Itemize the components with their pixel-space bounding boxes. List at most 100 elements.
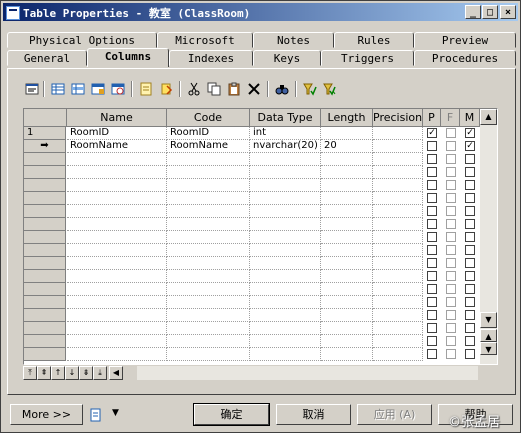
checkbox-m[interactable] [465,180,475,190]
checkbox-f[interactable] [446,297,456,307]
table-row[interactable] [24,244,480,257]
table-row[interactable] [24,283,480,296]
cell-code[interactable] [167,322,250,335]
table-row[interactable] [24,270,480,283]
move-up-button[interactable]: ↑ [51,366,65,380]
cell-length[interactable] [321,296,373,309]
tab-triggers[interactable]: Triggers [321,50,414,66]
table-row[interactable] [24,179,480,192]
cell-name[interactable] [67,192,167,205]
checkbox-p[interactable] [427,206,437,216]
cell-type[interactable] [250,166,321,179]
cell-type[interactable]: nvarchar(20) [250,140,321,153]
checkbox-f[interactable] [446,336,456,346]
cell-code[interactable] [167,166,250,179]
checkbox-f[interactable] [446,310,456,320]
tab-physical-options[interactable]: Physical Options [7,32,157,48]
cell-precision[interactable] [373,231,423,244]
scroll-step-down-button[interactable]: ▼ [480,342,497,355]
horizontal-scrollbar[interactable] [137,366,478,380]
checkbox-p[interactable] [427,323,437,333]
paste-clipboard-icon[interactable] [225,80,243,98]
cell-type[interactable] [250,231,321,244]
cell-code[interactable] [167,179,250,192]
cell-code[interactable]: RoomName [167,140,250,153]
row-header[interactable] [24,244,66,257]
column-header-code[interactable]: Code [167,109,250,127]
cell-code[interactable] [167,257,250,270]
delete-icon[interactable] [245,80,263,98]
checkbox-m[interactable]: ✓ [465,141,475,151]
checkbox-m[interactable] [465,258,475,268]
cell-type[interactable] [250,205,321,218]
cell-type[interactable] [250,322,321,335]
row-header[interactable] [24,179,66,192]
move-page-down-button[interactable]: ⇟ [79,366,93,380]
reuse-columns-icon[interactable] [109,80,127,98]
checkbox-p[interactable] [427,245,437,255]
scroll-step-up-button[interactable]: ▲ [480,329,497,342]
table-row[interactable] [24,348,480,361]
copy-icon[interactable] [205,80,223,98]
tab-preview[interactable]: Preview [414,32,516,48]
row-header[interactable]: ➡ [24,140,66,153]
cell-precision[interactable] [373,348,423,361]
cell-precision[interactable] [373,257,423,270]
checkbox-f[interactable] [446,232,456,242]
table-row[interactable] [24,257,480,270]
cell-type[interactable] [250,153,321,166]
cell-length[interactable] [321,192,373,205]
cell-code[interactable]: RoomID [167,127,250,140]
checkbox-f[interactable] [446,219,456,229]
table-row[interactable]: 1 RoomID RoomID int ✓ ✓ [24,127,480,140]
cell-code[interactable] [167,335,250,348]
cut-icon[interactable] [185,80,203,98]
tab-indexes[interactable]: Indexes [169,50,253,66]
checkbox-m[interactable] [465,232,475,242]
cell-code[interactable] [167,218,250,231]
checkbox-p[interactable] [427,258,437,268]
cell-code[interactable] [167,296,250,309]
cell-name[interactable] [67,218,167,231]
cell-type[interactable] [250,270,321,283]
checkbox-f[interactable] [446,128,456,138]
cell-length[interactable] [321,218,373,231]
cell-type[interactable] [250,218,321,231]
checkbox-m[interactable] [465,193,475,203]
checkbox-f[interactable] [446,258,456,268]
column-header-f[interactable]: F [441,109,460,127]
cell-precision[interactable] [373,322,423,335]
cell-code[interactable] [167,348,250,361]
cell-type[interactable] [250,348,321,361]
cell-name[interactable] [67,205,167,218]
column-header-p[interactable]: P [423,109,441,127]
cell-precision[interactable] [373,218,423,231]
properties-icon[interactable] [23,80,41,98]
row-header[interactable] [24,322,66,335]
checkbox-p[interactable]: ✓ [427,128,437,138]
row-header[interactable] [24,166,66,179]
checkbox-f[interactable] [446,180,456,190]
row-header[interactable] [24,335,66,348]
table-row[interactable] [24,231,480,244]
cell-name[interactable] [67,231,167,244]
checkbox-p[interactable] [427,271,437,281]
checkbox-p[interactable] [427,141,437,151]
checkbox-p[interactable] [427,193,437,203]
row-header[interactable] [24,257,66,270]
table-properties-menu-icon[interactable] [87,406,105,424]
cell-code[interactable] [167,192,250,205]
cell-type[interactable]: int [250,127,321,140]
new-icon[interactable] [137,80,155,98]
vertical-scrollbar[interactable]: ▲ ▼ ▲ ▼ [480,109,497,364]
checkbox-f[interactable] [446,284,456,294]
cell-name[interactable] [67,283,167,296]
checkbox-f[interactable] [446,349,456,359]
checkbox-m[interactable] [465,271,475,281]
cell-length[interactable] [321,309,373,322]
checkbox-f[interactable] [446,271,456,281]
cell-precision[interactable] [373,166,423,179]
checkbox-p[interactable] [427,336,437,346]
move-bottom-button[interactable]: ⤓ [93,366,107,380]
cell-length[interactable] [321,153,373,166]
